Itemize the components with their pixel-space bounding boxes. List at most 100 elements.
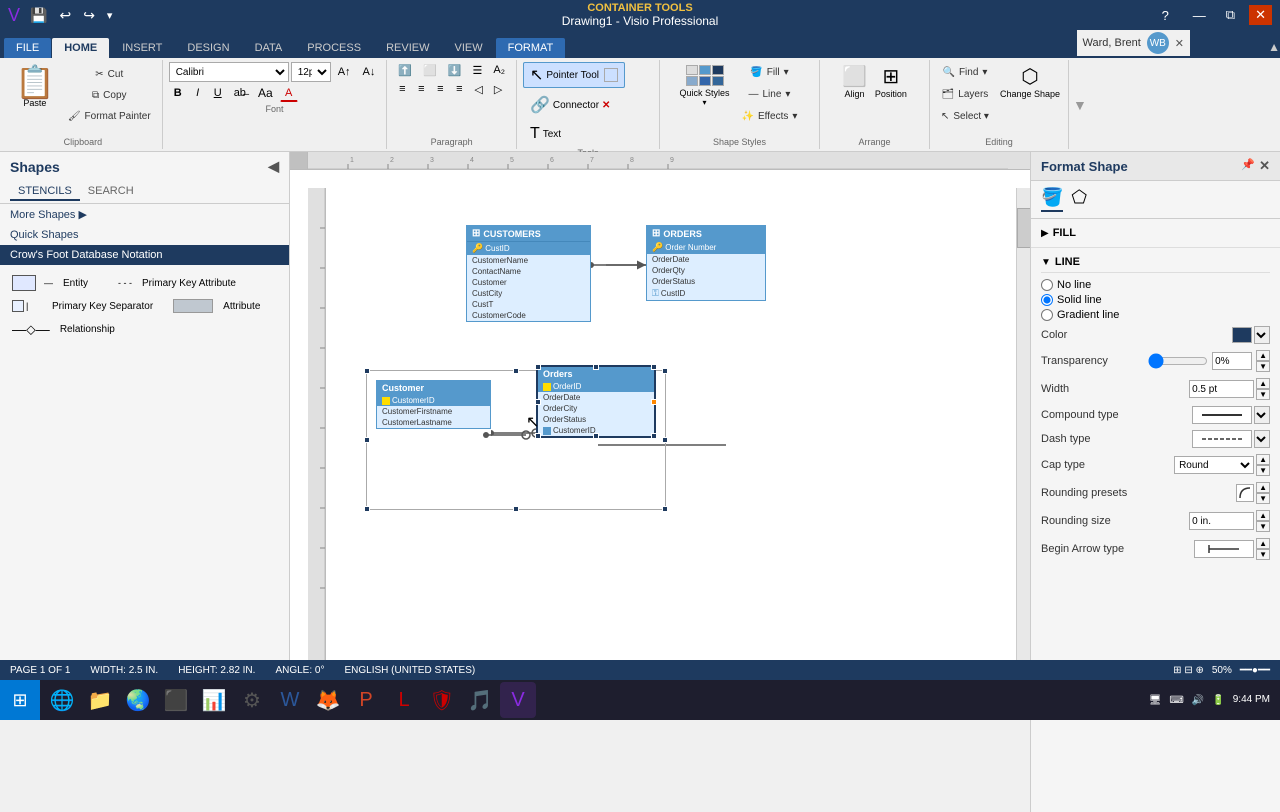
tab-file[interactable]: FILE (4, 38, 51, 58)
find-button[interactable]: 🔍 Find ▾ (936, 62, 994, 82)
tab-format[interactable]: FORMAT (496, 38, 566, 58)
begin-arrow-down[interactable]: ▼ (1256, 549, 1270, 560)
ribbon-collapse-btn[interactable]: ▼ (1073, 97, 1087, 113)
tab-process[interactable]: PROCESS (295, 38, 373, 58)
restore-btn[interactable]: ⧉ (1220, 5, 1241, 25)
copy-button[interactable]: ⧉ Copy (63, 85, 156, 105)
diagram-area[interactable]: ⊞ CUSTOMERS 🔑 CustID CustomerName Contac… (326, 170, 1016, 662)
tb-media-icon[interactable]: 🎵 (462, 682, 498, 718)
compound-type-dropdown[interactable]: ▾ (1254, 406, 1270, 424)
tab-search[interactable]: SEARCH (80, 183, 142, 201)
font-grow-btn[interactable]: A↑ (333, 64, 356, 80)
user-area[interactable]: Ward, Brent WB ✕ (1077, 30, 1191, 56)
transparency-input[interactable] (1212, 352, 1252, 370)
change-shape-button[interactable]: ⬡ Change Shape (998, 62, 1062, 101)
font-size-select[interactable]: 12pt. (291, 62, 331, 82)
cap-type-up[interactable]: ▲ (1256, 454, 1270, 465)
width-input[interactable] (1189, 380, 1254, 398)
dash-type-dropdown[interactable]: ▾ (1254, 430, 1270, 448)
v-scroll-thumb[interactable] (1017, 208, 1030, 248)
user-close[interactable]: ✕ (1175, 37, 1184, 50)
font-family-select[interactable]: Calibri (169, 62, 289, 82)
redo-btn[interactable]: ↪ (79, 6, 99, 25)
pointer-tool-button[interactable]: ↖ Pointer Tool (523, 62, 625, 88)
tab-design[interactable]: DESIGN (175, 38, 241, 58)
no-line-radio-label[interactable]: No line (1041, 279, 1270, 291)
canvas-area[interactable]: 1 2 3 4 5 6 7 8 9 (290, 152, 1030, 676)
align-vmid-btn[interactable]: ⬜ (418, 62, 442, 79)
tb-explorer-icon[interactable]: 📁 (82, 682, 118, 718)
cut-button[interactable]: ✂ Cut (63, 64, 156, 84)
tb-word-icon[interactable]: W (272, 682, 308, 718)
format-fill-tab-icon[interactable]: 🪣 (1041, 187, 1063, 212)
tb-logo-icon[interactable]: L (386, 682, 422, 718)
indent-decrease-btn[interactable]: ◁ (469, 81, 487, 98)
rounding-preset-btn[interactable] (1236, 484, 1254, 502)
strikethrough-btn[interactable]: ab̶ (229, 85, 251, 101)
more-shapes-item[interactable]: More Shapes ▶ (0, 204, 289, 225)
compound-type-preview[interactable] (1192, 406, 1252, 424)
align-right-btn[interactable]: ≡ (431, 81, 449, 98)
line-button[interactable]: — Line ▾ (737, 84, 803, 104)
align-top-btn[interactable]: ⬆️ (393, 62, 417, 79)
effects-button[interactable]: ✨ Effects ▾ (737, 106, 803, 126)
rounding-presets-up[interactable]: ▲ (1256, 482, 1270, 493)
format-painter-button[interactable]: 🖌 Format Painter (63, 106, 156, 126)
start-button[interactable]: ⊞ (0, 680, 40, 720)
tab-review[interactable]: REVIEW (374, 38, 441, 58)
zoom-slider[interactable]: ━━●━━ (1240, 665, 1270, 676)
paste-button[interactable]: 📋 Paste (10, 62, 60, 112)
dash-type-preview[interactable] (1192, 430, 1252, 448)
orders-table[interactable]: ⊞ ORDERS 🔑 Order Number OrderDate OrderQ… (646, 225, 766, 301)
solid-line-radio[interactable] (1041, 294, 1053, 306)
transparency-slider[interactable] (1148, 356, 1208, 366)
width-down[interactable]: ▼ (1256, 389, 1270, 400)
collapse-ribbon-btn[interactable]: ▲ (1268, 40, 1280, 54)
subscript-btn[interactable]: A₂ (488, 62, 510, 79)
position-button[interactable]: ⊞ Position (873, 62, 909, 101)
width-up[interactable]: ▲ (1256, 378, 1270, 389)
solid-line-radio-label[interactable]: Solid line (1041, 294, 1270, 306)
vertical-scrollbar[interactable] (1016, 188, 1030, 662)
quick-shapes-item[interactable]: Quick Shapes (0, 225, 289, 245)
font-aa-btn[interactable]: Aa (253, 84, 278, 102)
select-button[interactable]: ↖ Select ▾ (936, 106, 994, 126)
tb-cmd-icon[interactable]: ⬛ (158, 682, 194, 718)
minimize-btn[interactable]: — (1187, 6, 1212, 25)
text-button[interactable]: T Text (523, 122, 618, 146)
indent-increase-btn[interactable]: ▷ (489, 81, 507, 98)
align-left-btn[interactable]: ≡ (393, 81, 411, 98)
align-bottom-btn[interactable]: ⬇️ (443, 62, 467, 79)
underline-button[interactable]: U (209, 85, 227, 101)
gradient-line-radio-label[interactable]: Gradient line (1041, 309, 1270, 321)
font-shrink-btn[interactable]: A↓ (358, 64, 381, 80)
tb-ppt-icon[interactable]: P (348, 682, 384, 718)
color-swatch[interactable] (1232, 327, 1252, 343)
tab-home[interactable]: HOME (52, 38, 109, 58)
cap-type-select[interactable]: Round Flat Square (1174, 456, 1254, 474)
bullet-btn[interactable]: ☰ (467, 62, 487, 79)
orders2-table[interactable]: Orders OrderID OrderDate OrderCity Order… (536, 365, 656, 438)
customize-qat-btn[interactable]: ▾ (103, 8, 117, 23)
tab-insert[interactable]: INSERT (110, 38, 174, 58)
italic-button[interactable]: I (189, 85, 207, 101)
rounding-presets-down[interactable]: ▼ (1256, 493, 1270, 504)
tab-stencils[interactable]: STENCILS (10, 183, 80, 201)
transparency-up[interactable]: ▲ (1256, 350, 1270, 361)
tb-security-icon[interactable]: 🛡 (424, 682, 460, 718)
tb-firefox-icon[interactable]: 🦊 (310, 682, 346, 718)
tab-view[interactable]: VIEW (442, 38, 494, 58)
customers-table[interactable]: ⊞ CUSTOMERS 🔑 CustID CustomerName Contac… (466, 225, 591, 322)
close-btn[interactable]: ✕ (1249, 5, 1272, 25)
align-justify-btn[interactable]: ≡ (450, 81, 468, 98)
crowsfoot-item[interactable]: Crow's Foot Database Notation (0, 245, 289, 265)
bold-button[interactable]: B (169, 85, 187, 101)
align-center-btn[interactable]: ≡ (412, 81, 430, 98)
rounding-size-up[interactable]: ▲ (1256, 510, 1270, 521)
fill-button[interactable]: 🪣 Fill ▾ (737, 62, 803, 82)
rounding-size-input[interactable] (1189, 512, 1254, 530)
format-pin-btn[interactable]: 📌 (1241, 158, 1255, 174)
tb-chrome-icon[interactable]: 🌏 (120, 682, 156, 718)
no-line-radio[interactable] (1041, 279, 1053, 291)
format-shape-tab-icon[interactable]: ⬠ (1071, 187, 1087, 212)
